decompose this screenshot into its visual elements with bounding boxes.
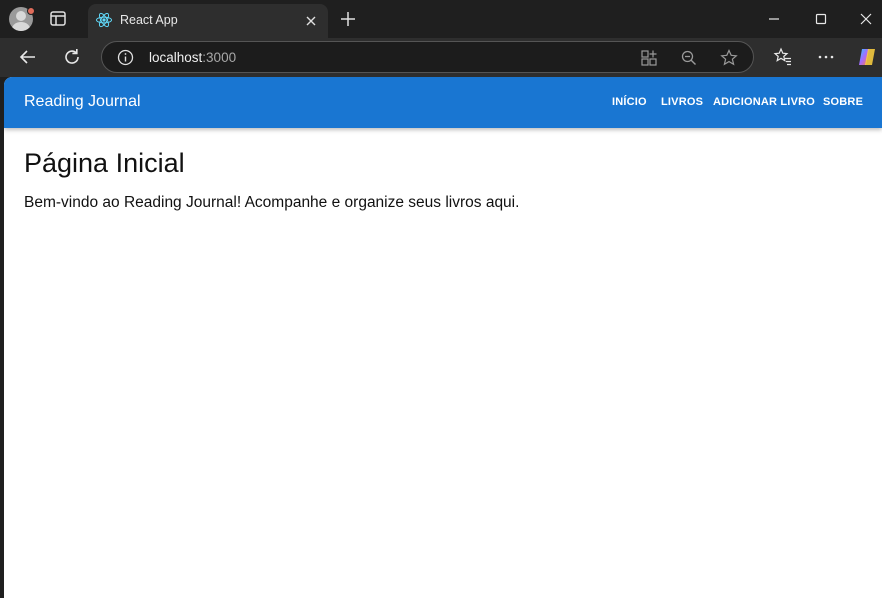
page-viewport: Reading Journal INÍCIO LIVROS ADICIONAR …: [4, 77, 882, 598]
nav-link-adicionar-livro[interactable]: ADICIONAR LIVRO: [713, 96, 815, 108]
maximize-icon[interactable]: [811, 9, 831, 29]
close-icon[interactable]: [302, 12, 320, 30]
more-icon[interactable]: [815, 46, 837, 68]
window-close-icon[interactable]: [856, 9, 876, 29]
url-port: :3000: [202, 50, 237, 65]
avatar-body: [12, 22, 30, 31]
favorites-icon[interactable]: [772, 46, 794, 68]
url-host: localhost: [149, 50, 203, 65]
tab-actions-icon[interactable]: [47, 9, 69, 29]
info-icon[interactable]: [117, 49, 134, 66]
react-logo-icon: [95, 11, 113, 29]
nav-link-sobre[interactable]: SOBRE: [823, 96, 863, 108]
zoom-out-icon[interactable]: [679, 48, 699, 68]
back-arrow-icon[interactable]: [17, 46, 39, 68]
app-bar: Reading Journal INÍCIO LIVROS ADICIONAR …: [4, 77, 882, 128]
browser-tab[interactable]: React App: [88, 4, 328, 38]
address-url: localhost:3000: [149, 50, 236, 65]
avatar-head: [16, 11, 26, 21]
nav-link-inicio[interactable]: INÍCIO: [612, 96, 647, 108]
page-title: Página Inicial: [24, 148, 185, 178]
nav-link-livros[interactable]: LIVROS: [661, 96, 703, 108]
reload-icon[interactable]: [61, 46, 83, 68]
browser-tab-bar: React App: [0, 0, 882, 38]
profile-notification-dot: [27, 7, 35, 15]
brand-title[interactable]: Reading Journal: [24, 93, 141, 111]
copilot-icon[interactable]: [856, 46, 878, 68]
plus-icon[interactable]: [338, 9, 358, 29]
welcome-text: Bem-vindo ao Reading Journal! Acompanhe …: [24, 194, 520, 211]
address-bar[interactable]: localhost:3000: [101, 41, 754, 73]
minimize-icon[interactable]: [764, 9, 784, 29]
app-available-icon[interactable]: [639, 48, 659, 68]
browser-toolbar: localhost:3000: [0, 38, 882, 77]
tab-title: React App: [120, 13, 178, 27]
star-icon[interactable]: [719, 48, 739, 68]
